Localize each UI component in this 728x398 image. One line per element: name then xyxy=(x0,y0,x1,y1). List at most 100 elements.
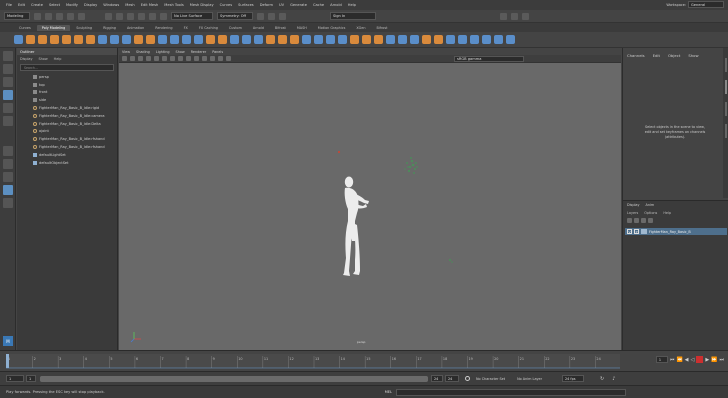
shelf-tool-icon[interactable] xyxy=(422,35,431,44)
shelf-tool-icon[interactable] xyxy=(350,35,359,44)
shadows-icon[interactable] xyxy=(202,56,207,61)
sound-icon[interactable]: ♪ xyxy=(612,376,615,382)
move-tool-icon[interactable] xyxy=(2,90,13,100)
go-to-start-icon[interactable]: ⏮ xyxy=(670,357,675,363)
shelf-tool-icon[interactable] xyxy=(302,35,311,44)
shelf-tab-fx[interactable]: FX xyxy=(179,25,193,31)
zoom-icon[interactable] xyxy=(2,198,13,208)
shelf-tool-icon[interactable] xyxy=(26,35,35,44)
menu-uv[interactable]: UV xyxy=(279,3,284,7)
live-surface-field[interactable]: No Live Surface xyxy=(171,12,213,20)
shelf-tab-arnold[interactable]: Arnold xyxy=(248,25,269,31)
play-backward-icon[interactable]: ◁ xyxy=(691,357,695,363)
modeling-toolkit-icon[interactable] xyxy=(500,12,507,20)
menu-generate[interactable]: Generate xyxy=(290,3,307,7)
lasso-tool-icon[interactable] xyxy=(2,64,13,74)
four-view-icon[interactable] xyxy=(2,159,13,169)
stop-button[interactable] xyxy=(696,356,704,363)
help-menu[interactable]: Help xyxy=(663,211,671,215)
shelf-tool-icon[interactable] xyxy=(182,35,191,44)
shelf-tool-icon[interactable] xyxy=(230,35,239,44)
outliner-item[interactable]: FighterMan_Ray_Basic_B_Idle:rfshand xyxy=(17,143,117,151)
shelf-tab-xgen[interactable]: XGen xyxy=(351,25,370,31)
shelf-tab-rigging[interactable]: Rigging xyxy=(98,25,121,31)
menu-create[interactable]: Create xyxy=(31,3,43,7)
shelf-tool-icon[interactable] xyxy=(290,35,299,44)
outliner-item[interactable]: top xyxy=(17,81,117,89)
shelf-tool-icon[interactable] xyxy=(158,35,167,44)
show-menu[interactable]: Show xyxy=(688,53,698,58)
shelf-tool-icon[interactable] xyxy=(470,35,479,44)
layout-icon[interactable] xyxy=(2,185,13,195)
shelf-tool-icon[interactable] xyxy=(194,35,203,44)
shelf-tool-icon[interactable] xyxy=(326,35,335,44)
menu-curves[interactable]: Curves xyxy=(220,3,232,7)
rotate-tool-icon[interactable] xyxy=(2,103,13,113)
single-view-icon[interactable] xyxy=(2,146,13,156)
viewport-menu-panels[interactable]: Panels xyxy=(212,50,223,54)
shelf-tool-icon[interactable] xyxy=(98,35,107,44)
tab-display-layers[interactable]: Display xyxy=(627,203,640,207)
outliner-item[interactable]: persp xyxy=(17,73,117,81)
new-layer-selected-icon[interactable] xyxy=(648,217,653,223)
menu-windows[interactable]: Windows xyxy=(103,3,119,7)
anim-layer-label[interactable]: No Anim Layer xyxy=(517,377,542,381)
shelf-tool-icon[interactable] xyxy=(50,35,59,44)
modeling-toolkit-tab[interactable] xyxy=(724,102,727,116)
camera-attributes-icon[interactable] xyxy=(122,56,127,61)
tool-settings-tab[interactable] xyxy=(724,124,727,138)
tab-anim-layers[interactable]: Anim xyxy=(646,203,655,207)
menu-mesh[interactable]: Mesh xyxy=(125,3,134,7)
shelf-tool-icon[interactable] xyxy=(374,35,383,44)
sign-in-dropdown[interactable]: Sign In xyxy=(330,12,376,20)
shelf-tool-icon[interactable] xyxy=(410,35,419,44)
shelf-tool-icon[interactable] xyxy=(314,35,323,44)
current-time-indicator[interactable] xyxy=(6,354,9,368)
channels-menu[interactable]: Channels xyxy=(627,53,645,58)
playback-toggle[interactable]: P xyxy=(634,229,639,234)
script-language-label[interactable]: MEL xyxy=(385,390,392,394)
outliner-item[interactable]: FighterMan_Ray_Basic_B_Idle:Delta xyxy=(17,120,117,128)
channel-box-tab[interactable] xyxy=(724,80,727,94)
resolution-gate-icon[interactable] xyxy=(162,56,167,61)
persp-outliner-icon[interactable] xyxy=(2,172,13,182)
render-settings-icon[interactable] xyxy=(279,12,286,20)
animation-start-field[interactable]: 1 xyxy=(6,375,24,382)
menu-surfaces[interactable]: Surfaces xyxy=(238,3,254,7)
scale-tool-icon[interactable] xyxy=(2,116,13,126)
save-scene-icon[interactable] xyxy=(56,12,63,20)
menu-edit[interactable]: Edit xyxy=(18,3,25,7)
menu-file[interactable]: File xyxy=(6,3,12,7)
shelf-tool-icon[interactable] xyxy=(434,35,443,44)
open-scene-icon[interactable] xyxy=(45,12,52,20)
layers-menu[interactable]: Layers xyxy=(627,211,638,215)
shelf-tool-icon[interactable] xyxy=(170,35,179,44)
smooth-shade-icon[interactable] xyxy=(178,56,183,61)
outliner-menu-help[interactable]: Help xyxy=(54,57,62,61)
time-slider[interactable]: 1 2 3 4 5 6 7 8 9 10 11 12 13 14 15 16 17 18 19 20 21 22 23 24 … xyxy=(0,350,728,371)
undo-icon[interactable] xyxy=(67,12,74,20)
menu-display[interactable]: Display xyxy=(84,3,97,7)
shelf-tab-sculpting[interactable]: Sculpting xyxy=(71,25,97,31)
layer-up-icon[interactable] xyxy=(627,217,632,223)
step-back-frame-icon[interactable]: ◀ xyxy=(685,357,689,363)
shelf-tab-poly-modeling[interactable]: Poly Modeling xyxy=(36,24,71,31)
shelf-tool-icon[interactable] xyxy=(242,35,251,44)
layer-row[interactable]: V P FighterMan_Ray_Basic_B xyxy=(625,228,727,235)
grid-toggle-icon[interactable] xyxy=(146,56,151,61)
shelf-tool-icon[interactable] xyxy=(482,35,491,44)
select-hierarchy-icon[interactable] xyxy=(105,12,112,20)
bookmark-icon[interactable] xyxy=(130,56,135,61)
menu-arnold[interactable]: Arnold xyxy=(330,3,342,7)
outliner-menu-display[interactable]: Display xyxy=(20,57,33,61)
attribute-editor-icon[interactable] xyxy=(511,12,518,20)
select-object-icon[interactable] xyxy=(116,12,123,20)
paint-select-icon[interactable] xyxy=(2,77,13,87)
outliner-item[interactable]: FighterMan_Ray_Basic_B_Idle:rfshand xyxy=(17,135,117,143)
viewport-menu-renderer[interactable]: Renderer xyxy=(191,50,206,54)
outliner-item[interactable]: defaultLightSet xyxy=(17,151,117,159)
viewport-menu-show[interactable]: Show xyxy=(176,50,185,54)
ambient-occlusion-icon[interactable] xyxy=(210,56,215,61)
visibility-toggle[interactable]: V xyxy=(627,229,632,234)
shelf-tool-icon[interactable] xyxy=(362,35,371,44)
